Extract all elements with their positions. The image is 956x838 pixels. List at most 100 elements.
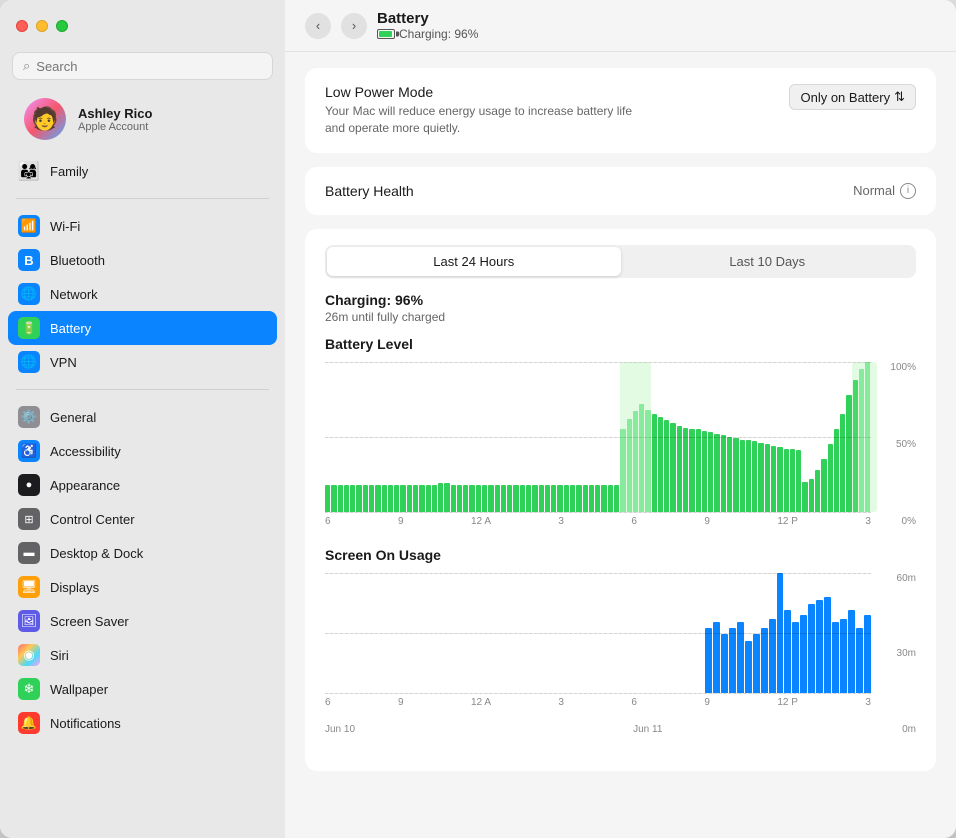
sidebar-item-family[interactable]: 👨‍👩‍👧 Family [8,154,277,188]
battery-bar-21 [457,485,462,512]
battery-bar-19 [444,483,449,512]
sidebar-item-battery[interactable]: 🔋 Battery [8,311,277,345]
battery-health-value: Normal i [853,183,916,199]
search-input[interactable] [36,59,262,74]
battery-bar-5 [356,485,361,512]
sidebar-item-vpn[interactable]: 🌐 VPN [8,345,277,379]
x-12a: 12 A [471,516,491,527]
battery-bar-46 [614,485,619,512]
sy-60m: 60m [876,573,916,584]
sgrid-bot [325,693,871,694]
battery-bar-86 [865,362,870,512]
battery-x-labels: 6 9 12 A 3 6 9 12 P 3 [325,516,871,527]
displays-icon: 🖥 [18,576,40,598]
battery-bar-12 [400,485,405,512]
profile-item[interactable]: 🧑 Ashley Rico Apple Account [8,90,277,148]
sidebar-section-network: 📶 Wi-Fi B Bluetooth 🌐 Network 🔋 Battery … [8,209,277,379]
sgrid-top [325,573,871,574]
battery-bar-80 [828,444,833,512]
sidebar-item-wifi[interactable]: 📶 Wi-Fi [8,209,277,243]
tab-10d[interactable]: Last 10 Days [621,247,915,276]
battery-bar-40 [576,485,581,512]
sidebar-item-bluetooth[interactable]: B Bluetooth [8,243,277,277]
sidebar-label-appearance: Appearance [50,478,120,493]
battery-health-card: Battery Health Normal i [305,167,936,215]
battery-level-chart: 100% 50% 0% 6 9 12 A 3 6 9 12 P 3 [325,362,916,527]
info-button[interactable]: i [900,183,916,199]
screen-bar-58 [784,610,791,693]
sidebar-label-wifi: Wi-Fi [50,219,80,234]
sidebar-item-network[interactable]: 🌐 Network [8,277,277,311]
battery-bar-38 [564,485,569,512]
battery-bar-6 [363,485,368,512]
divider-2 [16,389,269,390]
sidebar-item-desktopndock[interactable]: ▬ Desktop & Dock [8,536,277,570]
sx-12a: 12 A [471,697,491,708]
battery-bar-57 [683,428,688,512]
sidebar-item-displays[interactable]: 🖥 Displays [8,570,277,604]
chevron-updown-icon: ⇅ [894,89,905,105]
battery-bar-75 [796,450,801,512]
x-6b: 6 [631,516,637,527]
tab-24h[interactable]: Last 24 Hours [327,247,621,276]
titlebar [0,0,285,52]
forward-button[interactable]: › [341,13,367,39]
charging-sub: 26m until fully charged [325,310,916,324]
vpn-icon: 🌐 [18,351,40,373]
battery-bar-70 [765,444,770,512]
close-button[interactable] [16,20,28,32]
title-block: Battery Charging: 96% [377,10,478,41]
sx-9a: 9 [398,697,404,708]
sidebar-item-appearance[interactable]: ● Appearance [8,468,277,502]
divider-1 [16,198,269,199]
screen-bar-54 [753,634,760,693]
low-power-select[interactable]: Only on Battery ⇅ [789,84,916,110]
battery-bar-24 [476,485,481,512]
profile-subtitle: Apple Account [78,121,152,133]
date-labels: Jun 10 Jun 11 [325,724,871,735]
sy-30m: 30m [876,648,916,659]
battery-bar-78 [815,470,820,512]
minimize-button[interactable] [36,20,48,32]
sidebar-label-screensaver: Screen Saver [50,614,129,629]
battery-bar-59 [696,429,701,512]
screen-bar-63 [824,597,831,693]
battery-bar-39 [570,485,575,512]
battery-bar-20 [451,485,456,512]
sidebar-item-controlcenter[interactable]: ⊞ Control Center [8,502,277,536]
back-button[interactable]: ‹ [305,13,331,39]
battery-bar-7 [369,485,374,512]
sidebar-label-notifications: Notifications [50,716,121,731]
sidebar-label-siri: Siri [50,648,69,663]
sidebar-section-system: ⚙️ General ♿ Accessibility ● Appearance … [8,400,277,740]
search-bar[interactable]: ⌕ [12,52,273,80]
battery-bar-35 [545,485,550,512]
low-power-text: Low Power Mode Your Mac will reduce ener… [325,84,645,137]
sidebar-item-accessibility[interactable]: ♿ Accessibility [8,434,277,468]
sidebar-item-general[interactable]: ⚙️ General [8,400,277,434]
screen-bar-59 [792,622,799,692]
battery-bar-27 [495,485,500,512]
screen-x-labels: 6 9 12 A 3 6 9 12 P 3 [325,697,871,708]
screen-usage-chart: 60m 30m 0m 6 9 12 A 3 6 9 12 P 3 [325,573,916,735]
battery-bar-31 [520,485,525,512]
x-12p: 12 P [777,516,798,527]
sidebar-item-siri[interactable]: ◉ Siri [8,638,277,672]
battery-bar-11 [394,485,399,512]
page-subtitle: Charging: 96% [377,27,478,41]
screen-usage-label: Screen On Usage [325,547,916,563]
sidebar-item-wallpaper[interactable]: ❄ Wallpaper [8,672,277,706]
y-label-50: 50% [876,439,916,450]
battery-bar-64 [727,437,732,512]
sidebar-item-notifications[interactable]: 🔔 Notifications [8,706,277,740]
battery-bar-25 [482,485,487,512]
sidebar-label-general: General [50,410,96,425]
battery-icon: 🔋 [18,317,40,339]
main-panel: ‹ › Battery Charging: 96% Low Power Mode… [285,0,956,838]
sidebar-label-accessibility: Accessibility [50,444,121,459]
battery-bar-61 [708,432,713,512]
screen-bar-53 [745,641,752,693]
sidebar-item-screensaver[interactable]: 🖼 Screen Saver [8,604,277,638]
sidebar: ⌕ 🧑 Ashley Rico Apple Account 👨‍👩‍👧 Fami… [0,0,285,838]
maximize-button[interactable] [56,20,68,32]
